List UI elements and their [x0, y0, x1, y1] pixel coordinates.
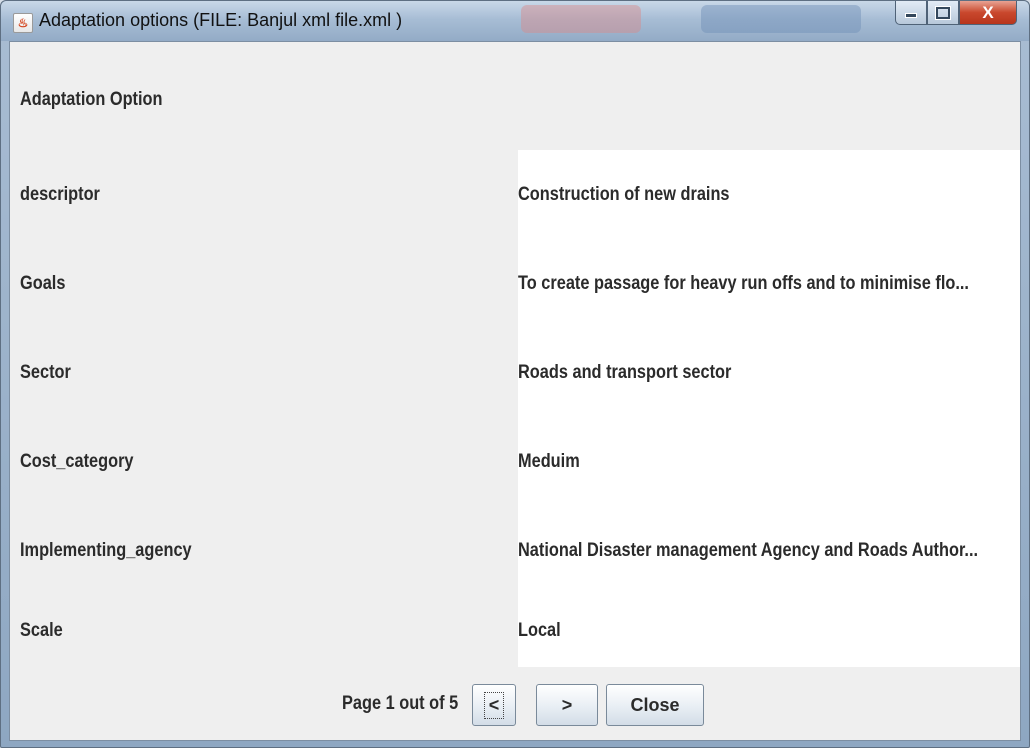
window-controls: X [895, 1, 1017, 27]
title-bar[interactable]: ♨ Adaptation options (FILE: Banjul xml f… [1, 1, 1029, 41]
close-icon: X [982, 2, 994, 22]
field-value-text: Local [518, 620, 561, 641]
minimize-icon [905, 13, 917, 18]
field-label: Implementing_agency [20, 540, 192, 561]
previous-page-button[interactable]: < [472, 684, 516, 726]
java-icon: ♨ [13, 13, 33, 33]
maximize-button[interactable] [927, 1, 959, 25]
field-row-sector: Sector Roads and transport sector [10, 328, 1020, 417]
field-label: descriptor [20, 184, 100, 205]
field-row-descriptor: descriptor Construction of new drains [10, 150, 1020, 239]
previous-page-label: < [483, 691, 505, 719]
field-value: Construction of new drains [518, 150, 1020, 239]
window-close-button[interactable]: X [959, 1, 1017, 25]
field-row-goals: Goals To create passage for heavy run of… [10, 239, 1020, 328]
options-panel: Adaptation Option descriptor Constructio… [9, 41, 1021, 741]
field-value: Meduim [518, 417, 1020, 506]
dialog-window: ♨ Adaptation options (FILE: Banjul xml f… [0, 0, 1030, 748]
field-row-implementing-agency: Implementing_agency National Disaster ma… [10, 506, 1020, 595]
title-bar-reflection [701, 5, 861, 33]
minimize-button[interactable] [895, 1, 927, 25]
title-bar-reflection [521, 5, 641, 33]
field-value-text: Roads and transport sector [518, 362, 732, 383]
field-label: Goals [20, 273, 66, 294]
field-row-scale: Scale Local [10, 595, 1020, 667]
field-row-cost-category: Cost_category Meduim [10, 417, 1020, 506]
field-value-text: Construction of new drains [518, 184, 730, 205]
field-value: To create passage for heavy run offs and… [518, 239, 1020, 328]
field-value: National Disaster management Agency and … [518, 506, 1020, 595]
maximize-icon [936, 6, 950, 19]
close-button[interactable]: Close [606, 684, 704, 726]
field-value-text: To create passage for heavy run offs and… [518, 273, 969, 294]
section-header-row: Adaptation Option [10, 42, 1020, 131]
pagination-bar: Page 1 out of 5 < > Close [10, 667, 1020, 740]
window-title: Adaptation options (FILE: Banjul xml fil… [39, 10, 403, 30]
field-value: Local [518, 595, 1020, 667]
next-page-button[interactable]: > [536, 684, 598, 726]
field-value-text: Meduim [518, 451, 580, 472]
field-label: Sector [20, 362, 71, 383]
field-value-text: National Disaster management Agency and … [518, 540, 979, 561]
field-value: Roads and transport sector [518, 328, 1020, 417]
page-indicator: Page 1 out of 5 [342, 693, 459, 714]
section-heading: Adaptation Option [20, 89, 163, 110]
field-label: Cost_category [20, 451, 134, 472]
field-label: Scale [20, 620, 63, 641]
